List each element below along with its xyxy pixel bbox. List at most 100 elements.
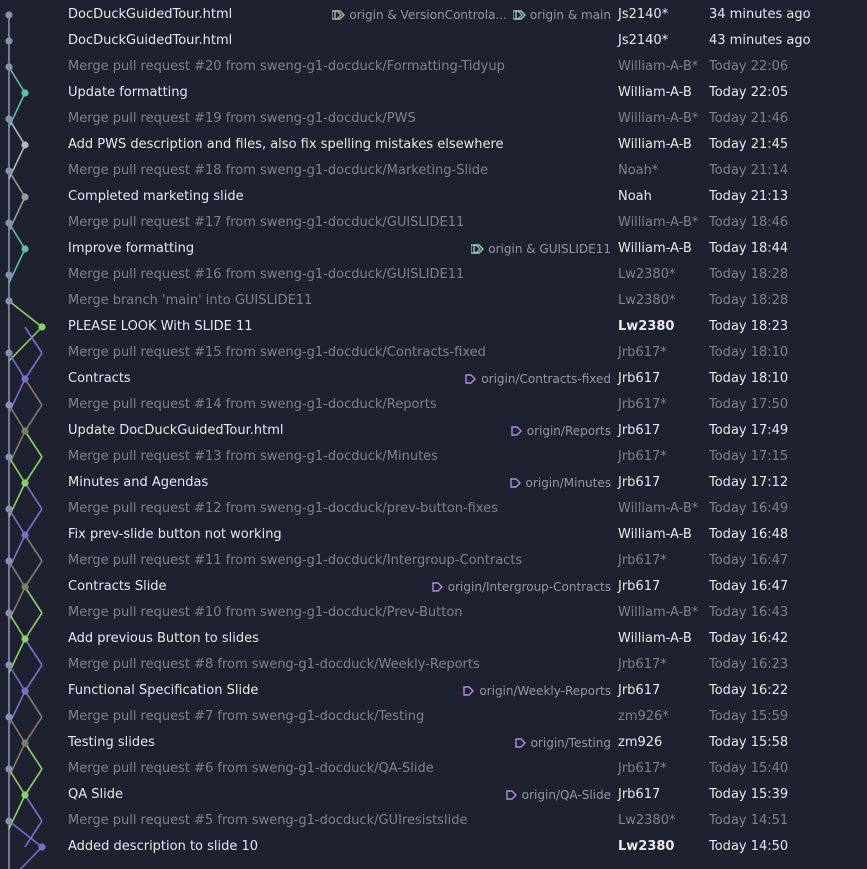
commit-message: Merge pull request #10 from sweng-g1-doc… (68, 605, 463, 620)
commit-author: zm926* (618, 709, 669, 724)
commit-author: Jrb617* (618, 449, 667, 464)
commit-row[interactable]: Merge pull request #8 from sweng-g1-docd… (0, 652, 867, 678)
commit-author: William-A-B (618, 137, 692, 152)
commit-date: 43 minutes ago (709, 33, 811, 48)
tag-icon (514, 738, 526, 748)
commit-author: William-A-B (618, 241, 692, 256)
commit-row[interactable]: Contracts Slide origin/Intergroup-Contrac… (0, 574, 867, 600)
commit-row[interactable]: Merge branch 'main' into GUISLIDE11 Lw238… (0, 288, 867, 314)
branch-tags: origin/Reports (504, 418, 611, 446)
branch-tag[interactable]: origin/Reports (510, 418, 611, 444)
commit-message: QA Slide (68, 787, 123, 802)
commit-message: Merge pull request #19 from sweng-g1-doc… (68, 111, 416, 126)
commit-author: William-A-B* (618, 501, 699, 516)
commit-row[interactable]: DocDuckGuidedTour.html Js2140* 43 minutes … (0, 28, 867, 54)
commit-row[interactable]: Merge pull request #17 from sweng-g1-doc… (0, 210, 867, 236)
commit-row[interactable]: Add PWS description and files, also fix … (0, 132, 867, 158)
commit-date: Today 17:49 (709, 423, 789, 438)
commit-row[interactable]: Merge pull request #16 from sweng-g1-doc… (0, 262, 867, 288)
branch-tags: origin/Testing (508, 730, 611, 758)
commit-row[interactable]: QA Slide origin/QA-Slide Jrb617 Today 15:39 (0, 782, 867, 808)
branch-tag[interactable]: origin & main (512, 2, 611, 28)
commit-row[interactable]: Completed marketing slide Noah Today 21:13 (0, 184, 867, 210)
commit-date: Today 15:58 (709, 735, 789, 750)
tag-icon (432, 582, 443, 592)
commit-date: Today 21:13 (709, 189, 789, 204)
commit-message: Merge pull request #20 from sweng-g1-doc… (68, 59, 505, 74)
commit-message: Merge pull request #18 from sweng-g1-doc… (68, 163, 488, 178)
commit-author: William-A-B* (618, 605, 699, 620)
commit-message: DocDuckGuidedTour.html (68, 7, 233, 22)
branch-tags: origin & GUISLIDE11 (465, 236, 611, 264)
commit-author: William-A-B* (618, 111, 699, 126)
branch-tag-label: origin/Intergroup-Contracts (447, 580, 611, 594)
commit-message: Added description to slide 10 (68, 839, 259, 854)
commit-row[interactable]: Merge pull request #13 from sweng-g1-doc… (0, 444, 867, 470)
commit-date: Today 16:23 (709, 657, 789, 672)
commit-date: Today 16:43 (709, 605, 789, 620)
commit-row[interactable]: Merge pull request #19 from sweng-g1-doc… (0, 106, 867, 132)
commit-row[interactable]: Merge pull request #5 from sweng-g1-docd… (0, 808, 867, 834)
commit-message: Functional Specification Slide (68, 683, 259, 698)
tag-pair-icon (471, 244, 485, 254)
branch-tag-label: origin & VersionControla... (349, 8, 507, 22)
tag-icon (465, 374, 477, 384)
commit-date: Today 17:50 (709, 397, 789, 412)
branch-tag-label: origin/Weekly-Reports (479, 684, 611, 698)
tag-pair-icon (512, 10, 526, 20)
commit-row[interactable]: Merge pull request #7 from sweng-g1-docd… (0, 704, 867, 730)
commit-row[interactable]: Merge pull request #10 from sweng-g1-doc… (0, 600, 867, 626)
commit-message: DocDuckGuidedTour.html (68, 33, 233, 48)
branch-tag[interactable]: origin/Testing (514, 730, 611, 756)
commit-date: Today 16:22 (709, 683, 789, 698)
commit-date: Today 18:28 (709, 293, 789, 308)
commit-row[interactable]: Added description to slide 10 Lw2380 Today… (0, 834, 867, 860)
commit-author: Jrb617 (618, 579, 661, 594)
branch-tag[interactable]: origin & VersionControla... (332, 2, 507, 28)
commit-row[interactable]: Update formatting William-A-B Today 22:05 (0, 80, 867, 106)
tag-icon (506, 790, 517, 800)
commit-message: PLEASE LOOK With SLIDE 11 (68, 319, 253, 334)
commit-row[interactable]: DocDuckGuidedTour.html origin & VersionCo… (0, 2, 867, 28)
commit-author: Lw2380 (618, 839, 675, 854)
commit-author: Js2140* (618, 33, 669, 48)
commit-row[interactable]: Add previous Button to slides William-A-B… (0, 626, 867, 652)
commit-date: Today 16:42 (709, 631, 789, 646)
commit-row[interactable]: Minutes and Agendas origin/Minutes Jrb617 T… (0, 470, 867, 496)
commit-row[interactable]: Fix prev-slide button not working William… (0, 522, 867, 548)
commit-row[interactable]: Functional Specification Slide origin/Wee… (0, 678, 867, 704)
commit-row[interactable]: Testing slides origin/Testing zm926 Today 1… (0, 730, 867, 756)
commit-row[interactable]: PLEASE LOOK With SLIDE 11 Lw2380 Today 18:… (0, 314, 867, 340)
branch-tag-label: origin/Testing (530, 736, 611, 750)
branch-tag[interactable]: origin & GUISLIDE11 (471, 236, 611, 262)
tag-icon (509, 478, 521, 488)
commit-message: Merge pull request #5 from sweng-g1-docd… (68, 813, 468, 828)
commit-author: Lw2380* (618, 267, 676, 282)
commit-date: Today 16:47 (709, 579, 789, 594)
commit-row[interactable]: Improve formatting origin & GUISLIDE11 Wil… (0, 236, 867, 262)
commit-date: Today 15:40 (709, 761, 789, 776)
commit-date: Today 21:45 (709, 137, 789, 152)
commit-row[interactable]: Contracts origin/Contracts-fixed Jrb617 Tod… (0, 366, 867, 392)
branch-tag[interactable]: origin/Weekly-Reports (462, 678, 611, 704)
commit-message: Add previous Button to slides (68, 631, 259, 646)
commit-message: Merge pull request #12 from sweng-g1-doc… (68, 501, 498, 516)
commit-row[interactable]: Merge pull request #11 from sweng-g1-doc… (0, 548, 867, 574)
branch-tag[interactable]: origin/QA-Slide (505, 782, 611, 808)
commit-row[interactable]: Merge pull request #6 from sweng-g1-docd… (0, 756, 867, 782)
commit-row[interactable]: Merge pull request #20 from sweng-g1-doc… (0, 54, 867, 80)
commit-date: Today 18:23 (709, 319, 789, 334)
commit-row[interactable]: Merge pull request #12 from sweng-g1-doc… (0, 496, 867, 522)
commit-author: Lw2380 (618, 319, 675, 334)
commit-row[interactable]: Merge pull request #15 from sweng-g1-doc… (0, 340, 867, 366)
commit-row[interactable]: Update DocDuckGuidedTour.html origin/Repo… (0, 418, 867, 444)
branch-tag-label: origin/Minutes (525, 476, 611, 490)
branch-tag[interactable]: origin/Intergroup-Contracts (431, 574, 611, 600)
commit-author: Noah (618, 189, 652, 204)
branch-tag[interactable]: origin/Minutes (509, 470, 611, 496)
commit-author: Jrb617 (618, 683, 661, 698)
commit-message: Merge pull request #11 from sweng-g1-doc… (68, 553, 523, 568)
commit-row[interactable]: Merge pull request #18 from sweng-g1-doc… (0, 158, 867, 184)
branch-tag[interactable]: origin/Contracts-fixed (464, 366, 611, 392)
commit-row[interactable]: Merge pull request #14 from sweng-g1-doc… (0, 392, 867, 418)
